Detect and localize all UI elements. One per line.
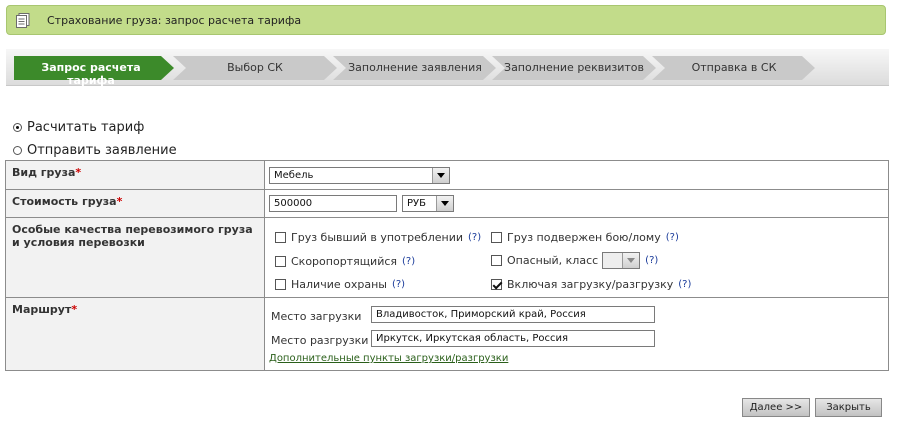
chevron-down-icon <box>436 196 453 211</box>
checkbox-security[interactable]: Наличие охраны (?) <box>275 278 405 291</box>
chevron-down-icon <box>622 253 640 268</box>
checkbox[interactable] <box>275 279 286 290</box>
checkbox[interactable] <box>491 255 502 266</box>
close-button[interactable]: Закрыть <box>815 398 882 417</box>
wizard-steps: Запрос расчета тарифа Выбор СК Заполнени… <box>6 49 889 87</box>
step-fill-details[interactable]: Заполнение реквизитов <box>503 61 645 74</box>
help-link[interactable]: (?) <box>468 232 481 243</box>
chevron-down-icon <box>432 168 449 183</box>
radio-send-application[interactable]: Отправить заявление <box>13 143 177 158</box>
step-choose-insurer[interactable]: Выбор СК <box>184 61 326 74</box>
radio-button[interactable] <box>13 123 22 132</box>
cargo-form: Вид груза* Мебель Стоимость груза* 50000… <box>5 160 889 371</box>
route-label: Маршрут* <box>5 297 265 371</box>
checkbox-used-cargo[interactable]: Груз бывший в употреблении (?) <box>275 231 481 244</box>
page-title: Страхование груза: запрос расчета тарифа <box>47 14 302 27</box>
radio-label: Расчитать тариф <box>27 120 145 135</box>
loading-place-input[interactable]: Владивосток, Приморский край, Россия <box>371 306 655 323</box>
step-send[interactable]: Отправка в СК <box>663 61 805 74</box>
special-conditions-label: Особые качества перевозимого груза и усл… <box>5 217 265 298</box>
help-link[interactable]: (?) <box>402 256 415 267</box>
document-icon <box>16 13 30 28</box>
radio-calculate-tariff[interactable]: Расчитать тариф <box>13 120 144 135</box>
help-link[interactable]: (?) <box>678 279 691 290</box>
additional-points-link[interactable]: Дополнительные пункты загрузки/разгрузки <box>269 353 508 364</box>
cargo-cost-label: Стоимость груза* <box>5 189 265 218</box>
help-link[interactable]: (?) <box>666 232 679 243</box>
hazard-class-select[interactable] <box>602 252 641 269</box>
next-button[interactable]: Далее >> <box>742 398 810 417</box>
checkbox[interactable] <box>275 232 286 243</box>
step-fill-application[interactable]: Заполнение заявления <box>344 61 486 74</box>
help-link[interactable]: (?) <box>392 279 405 290</box>
page-header: Страхование груза: запрос расчета тарифа <box>6 5 886 35</box>
checkbox[interactable] <box>491 279 502 290</box>
currency-select[interactable]: РУБ <box>402 195 454 212</box>
loading-place-label: Место загрузки <box>271 310 362 323</box>
checkbox-loading-unloading[interactable]: Включая загрузку/разгрузку (?) <box>491 278 691 291</box>
cargo-cost-input[interactable]: 500000 <box>269 195 397 212</box>
help-link[interactable]: (?) <box>645 255 658 266</box>
cargo-type-label: Вид груза* <box>5 160 265 190</box>
cargo-type-select[interactable]: Мебель <box>269 167 450 184</box>
checkbox[interactable] <box>491 232 502 243</box>
checkbox[interactable] <box>275 256 286 267</box>
unloading-place-input[interactable]: Иркутск, Иркутская область, Россия <box>371 330 655 347</box>
radio-button[interactable] <box>13 146 22 155</box>
step-request-tariff[interactable]: Запрос расчета тарифа <box>18 61 164 87</box>
checkbox-perishable[interactable]: Скоропортящийся (?) <box>275 255 415 268</box>
checkbox-breakage[interactable]: Груз подвержен бою/лому (?) <box>491 231 679 244</box>
radio-label: Отправить заявление <box>27 143 177 158</box>
checkbox-hazardous[interactable]: Опасный, класс (?) <box>491 252 658 269</box>
unloading-place-label: Место разгрузки <box>271 334 369 347</box>
